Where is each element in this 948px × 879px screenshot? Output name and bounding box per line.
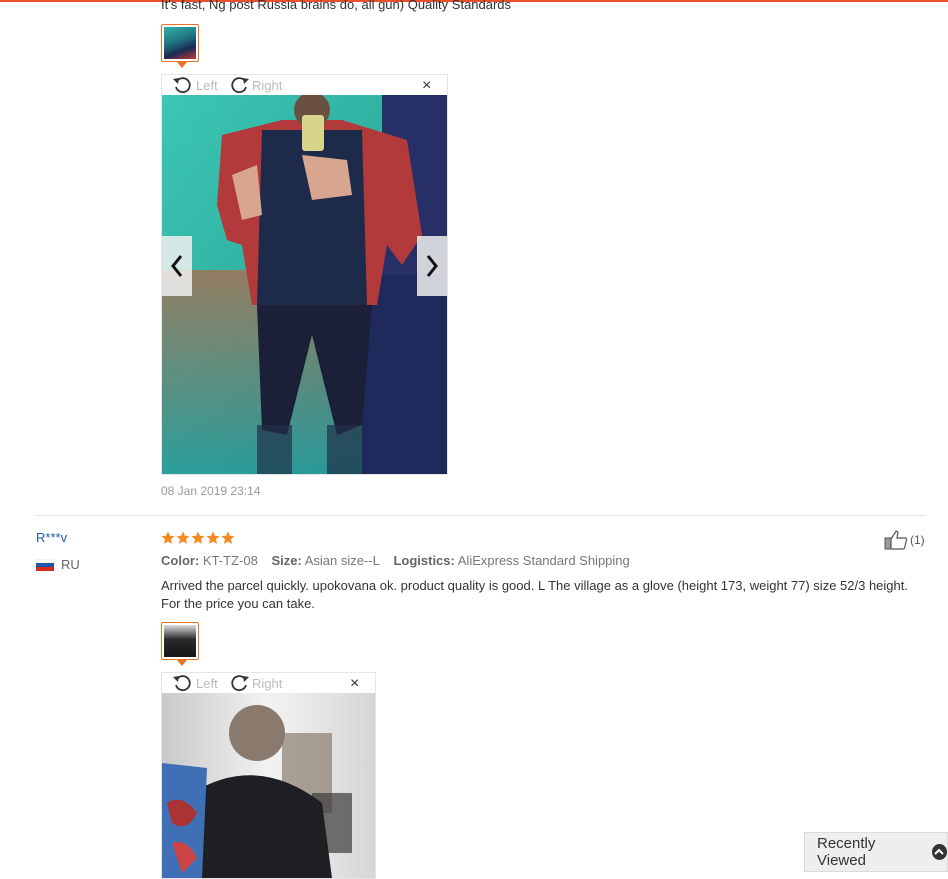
rotate-right-label: Right bbox=[252, 675, 283, 691]
chevron-right-icon bbox=[426, 255, 438, 277]
star-rating bbox=[161, 531, 235, 545]
logistics-label: Logistics: bbox=[393, 553, 455, 568]
helpful-count: (1) bbox=[910, 533, 925, 547]
chevron-up-icon bbox=[931, 844, 947, 860]
rotate-right-label: Right bbox=[252, 77, 283, 93]
star-icon bbox=[221, 531, 235, 544]
review-divider bbox=[35, 515, 926, 516]
star-icon bbox=[176, 531, 190, 544]
rotate-right-icon bbox=[231, 77, 249, 94]
thumbnail-caret bbox=[177, 62, 187, 68]
thumbnail-image bbox=[164, 27, 196, 59]
review-photo-thumbnail[interactable] bbox=[161, 622, 199, 666]
review-text: It's fast, Ng post Russia brains do, all… bbox=[161, 0, 512, 12]
country-code: RU bbox=[61, 557, 80, 572]
helpful-button[interactable]: (1) bbox=[884, 530, 925, 550]
rotate-left-icon bbox=[173, 675, 191, 692]
star-icon bbox=[206, 531, 220, 544]
review-photo-image bbox=[162, 95, 447, 474]
rotate-left-button[interactable]: Left bbox=[172, 75, 218, 95]
color-value: KT-TZ-08 bbox=[202, 553, 258, 568]
review-photo-thumbnail[interactable] bbox=[161, 24, 199, 68]
rotate-left-icon bbox=[173, 77, 191, 94]
reviewer-country: RU bbox=[36, 557, 80, 572]
next-photo-button[interactable] bbox=[417, 236, 447, 296]
review-date: 08 Jan 2019 23:14 bbox=[161, 484, 261, 498]
rotate-right-icon bbox=[231, 675, 249, 692]
viewer-toolbar: Left Right × bbox=[162, 673, 375, 693]
rotate-left-button[interactable]: Left bbox=[172, 673, 218, 693]
close-viewer-button[interactable]: × bbox=[350, 676, 359, 692]
rotate-left-label: Left bbox=[196, 675, 218, 691]
rotate-right-button[interactable]: Right bbox=[228, 673, 282, 693]
star-icon bbox=[191, 531, 205, 544]
previous-photo-button[interactable] bbox=[162, 236, 192, 296]
review-photo-image bbox=[162, 693, 375, 878]
thumbnail-caret bbox=[177, 660, 187, 666]
rotate-left-label: Left bbox=[196, 77, 218, 93]
thumbnail-image bbox=[164, 625, 196, 657]
star-icon bbox=[161, 531, 175, 544]
review-attributes: Color: KT-TZ-08 Size: Asian size--L Logi… bbox=[161, 552, 640, 570]
russia-flag-icon bbox=[36, 558, 54, 571]
size-value: Asian size--L bbox=[304, 553, 380, 568]
recently-viewed-label: Recently Viewed bbox=[817, 835, 876, 869]
review-text: Arrived the parcel quickly. upokovana ok… bbox=[161, 578, 908, 611]
color-label: Color: bbox=[161, 553, 200, 568]
reviewer-name: R***v bbox=[36, 530, 68, 545]
chevron-left-icon bbox=[171, 255, 183, 277]
rotate-right-button[interactable]: Right bbox=[228, 75, 282, 95]
close-viewer-button[interactable]: × bbox=[422, 78, 431, 94]
logistics-value: AliExpress Standard Shipping bbox=[457, 553, 630, 568]
photo-viewer: Left Right × bbox=[161, 672, 376, 879]
size-label: Size: bbox=[271, 553, 302, 568]
recently-viewed-button[interactable]: Recently Viewed bbox=[804, 832, 948, 872]
review-photo bbox=[162, 95, 447, 474]
thumbs-up-icon bbox=[884, 530, 908, 550]
review-photo bbox=[162, 693, 375, 878]
photo-viewer: Left Right × bbox=[161, 74, 448, 475]
viewer-toolbar: Left Right × bbox=[162, 75, 447, 95]
